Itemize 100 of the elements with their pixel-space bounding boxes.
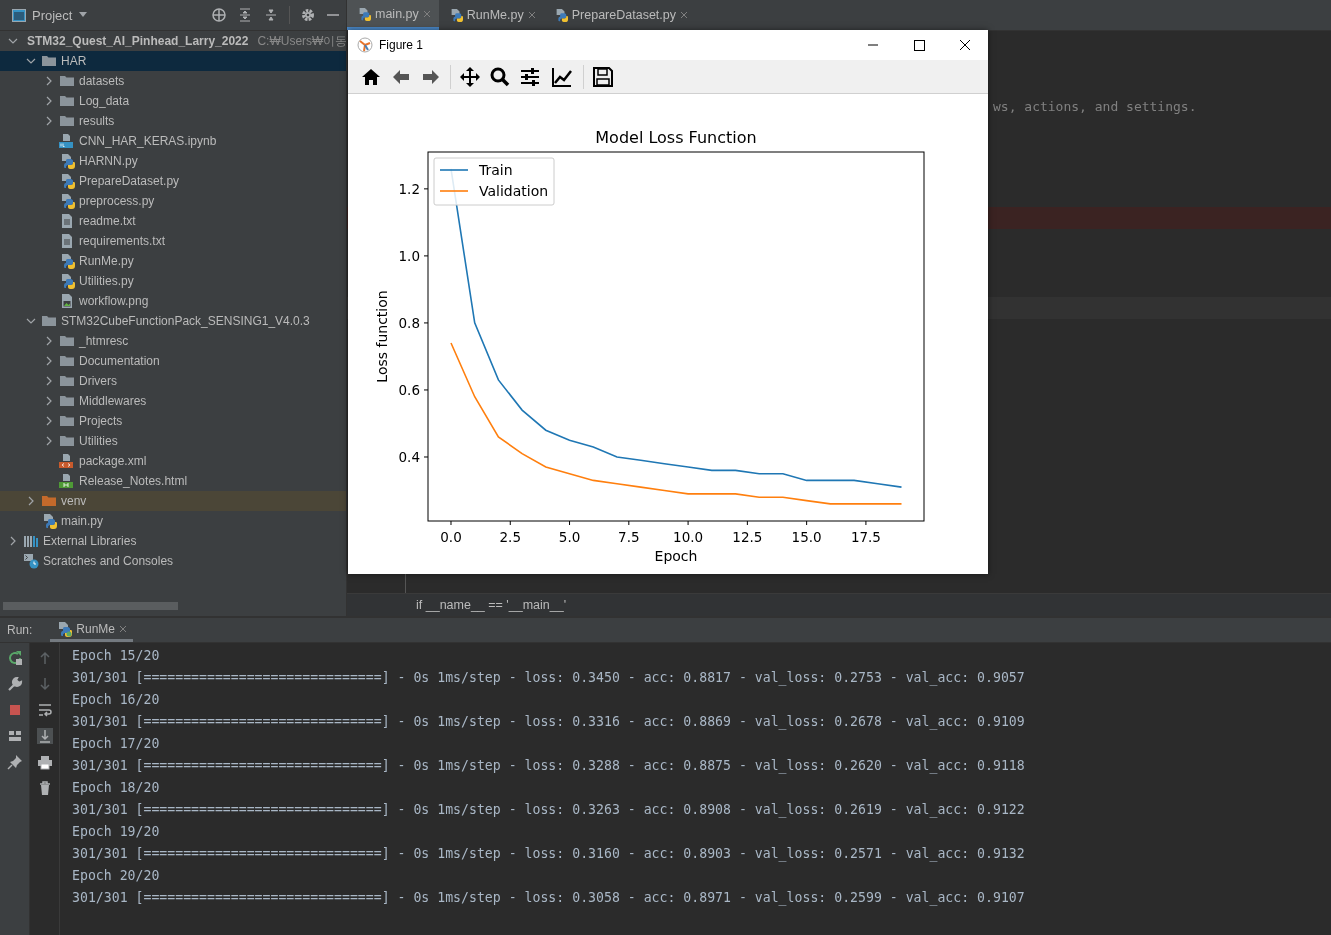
tree-item[interactable]: Log_data — [0, 91, 346, 111]
console-line: Epoch 15/20 — [72, 647, 161, 665]
app-icon — [357, 37, 373, 53]
tick-label: 0.6 — [398, 381, 420, 398]
python-file-icon — [59, 193, 75, 209]
close-icon[interactable] — [680, 11, 688, 19]
tree-item[interactable]: CNN_HAR_KERAS.ipynb — [0, 131, 346, 151]
chevron-down-icon[interactable] — [26, 316, 36, 326]
tree-item[interactable]: package.xml — [0, 451, 346, 471]
tick-mark — [628, 520, 630, 526]
locate-icon[interactable] — [211, 7, 227, 23]
tree-item[interactable]: HAR — [0, 51, 346, 71]
folder-icon — [59, 353, 75, 369]
tick-label: 15.0 — [791, 529, 822, 545]
expand-all-icon[interactable] — [237, 7, 253, 23]
console-line: 301/301 [==============================] - 0s 1ms/step - loss: 0.3316 - acc: 0.8869 - val_loss: 0.2678 - val_acc: 0.9109 — [72, 713, 1025, 732]
tree-item[interactable]: preprocess.py — [0, 191, 346, 211]
tree-item[interactable]: RunMe.py — [0, 251, 346, 271]
run-tab[interactable]: RunMe — [50, 618, 134, 642]
tree-item[interactable]: Projects — [0, 411, 346, 431]
tree-item[interactable]: STM32CubeFunctionPack_SENSING1_V4.0.3 — [0, 311, 346, 331]
close-icon[interactable] — [527, 11, 536, 19]
folder-path: C:₩Users₩이동 — [257, 32, 346, 50]
console-line: Epoch 20/20 — [72, 867, 161, 885]
tick-mark — [509, 520, 511, 526]
tick-mark — [865, 520, 867, 526]
python-file-icon — [41, 513, 57, 529]
console-line: 301/301 [==============================] - 0s 1ms/step - loss: 0.3288 - acc: 0.8875 - val_loss: 0.2620 - val_acc: 0.9118 — [72, 757, 1025, 776]
tree-item[interactable]: Utilities — [0, 431, 346, 451]
legend-label: Train — [479, 162, 513, 178]
chart-title: Model Loss Function — [595, 128, 757, 147]
editor-tab[interactable]: PrepareDataset.py — [543, 0, 696, 30]
tree-item[interactable]: Release_Notes.html — [0, 471, 346, 491]
tree-item[interactable]: results — [0, 111, 346, 131]
scratches-icon — [23, 553, 39, 569]
axis-label: Epoch — [654, 548, 698, 564]
tree-item[interactable]: workflow.png — [0, 291, 346, 311]
chevron-right-icon[interactable] — [8, 536, 18, 546]
tree-item[interactable]: main.py — [0, 511, 346, 531]
tick-mark — [746, 520, 748, 526]
search-icon[interactable] — [489, 65, 511, 88]
scroll-to-end-icon[interactable] — [36, 728, 53, 744]
folder-icon — [59, 113, 75, 129]
breadcrumb[interactable]: if __name__ == '__main__' — [416, 598, 567, 612]
sliders-icon[interactable] — [519, 65, 541, 88]
tick-label: 7.5 — [618, 529, 640, 545]
tree-item[interactable]: _htmresc — [0, 331, 346, 351]
collapse-all-icon[interactable] — [263, 7, 279, 23]
tree-item[interactable]: PrepareDataset.py — [0, 171, 346, 191]
tree-item[interactable]: Scratches and Consoles — [0, 551, 346, 571]
settings-icon[interactable] — [300, 7, 316, 23]
soft-wrap-icon[interactable] — [36, 702, 53, 718]
folder-icon — [41, 313, 57, 329]
tick-mark — [423, 389, 429, 391]
html-file-icon — [59, 473, 75, 489]
scrollbar-thumb[interactable] — [3, 602, 178, 610]
tree-item[interactable]: Utilities.py — [0, 271, 346, 291]
tick-label: 1.0 — [398, 247, 420, 264]
wrench-icon[interactable] — [6, 676, 23, 692]
chevron-right-icon[interactable] — [26, 496, 36, 506]
tick-label: 0.8 — [398, 314, 420, 331]
window-title: Figure 1 — [379, 38, 424, 52]
folder-icon — [59, 433, 75, 449]
tree-item[interactable]: External Libraries — [0, 531, 346, 551]
console-line: Epoch 16/20 — [72, 691, 161, 709]
rerun-icon[interactable] — [6, 650, 23, 666]
tree-item[interactable]: STM32_Quest_AI_Pinhead_Larry_2022 C:₩Users₩이동 — [0, 31, 346, 51]
folder-icon — [59, 413, 75, 429]
line-chart-icon[interactable] — [549, 65, 575, 88]
pin-icon[interactable] — [6, 754, 23, 770]
tree-item[interactable]: datasets — [0, 71, 346, 91]
console-line: 301/301 [==============================] - 0s 1ms/step - loss: 0.3160 - acc: 0.8903 - val_loss: 0.2571 - val_acc: 0.9132 — [72, 845, 1025, 864]
move-icon[interactable] — [459, 65, 481, 88]
editor-tab[interactable]: RunMe.py — [438, 0, 544, 30]
text-file-icon — [59, 213, 75, 229]
tick-mark — [423, 188, 429, 190]
tick-label: 12.5 — [732, 529, 763, 545]
tick-mark — [423, 255, 429, 257]
tree-item[interactable]: Middlewares — [0, 391, 346, 411]
print-icon[interactable] — [36, 754, 53, 770]
project-view-dropdown[interactable]: Project — [12, 7, 89, 23]
tree-item[interactable]: readme.txt — [0, 211, 346, 231]
close-icon[interactable] — [119, 624, 128, 633]
folder-icon — [59, 393, 75, 409]
tree-item[interactable]: Drivers — [0, 371, 346, 391]
tree-item[interactable]: HARNN.py — [0, 151, 346, 171]
tick-label: 10.0 — [673, 529, 704, 545]
editor-tab[interactable]: main.py — [347, 0, 439, 30]
libraries-icon — [23, 533, 39, 549]
layout-icon[interactable] — [6, 728, 23, 744]
tree-item[interactable]: venv — [0, 491, 346, 511]
notebook-file-icon — [59, 133, 75, 149]
tick-mark — [687, 520, 689, 526]
save-icon[interactable] — [592, 65, 614, 88]
tree-item[interactable]: Documentation — [0, 351, 346, 371]
tick-label: 0.4 — [398, 449, 420, 465]
caret-icon — [78, 12, 89, 18]
python-file-icon — [59, 273, 75, 289]
tree-item[interactable]: requirements.txt — [0, 231, 346, 251]
console-line: 301/301 [==============================] - 0s 1ms/step - loss: 0.3450 - acc: 0.8817 - val_loss: 0.2753 - val_acc: 0.9057 — [72, 669, 1025, 688]
